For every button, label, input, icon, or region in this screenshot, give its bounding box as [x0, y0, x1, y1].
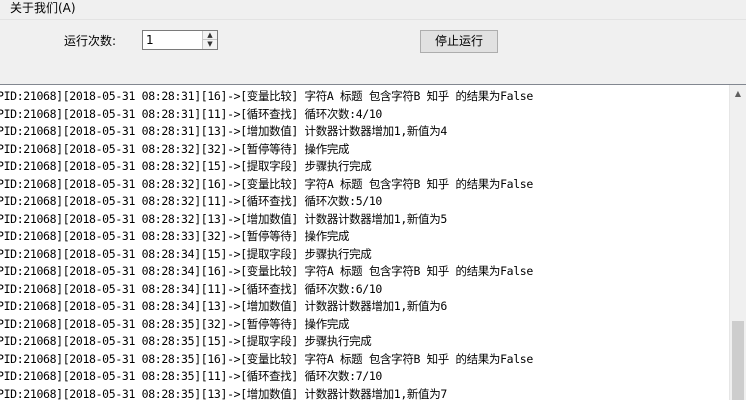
log-line: PID:21068][2018-05-31 08:28:32][32]->[暂停… — [0, 141, 350, 156]
log-line: PID:21068][2018-05-31 08:28:32][11]->[循环… — [0, 194, 383, 208]
log-line: PID:21068][2018-05-31 08:28:32][16]->[变量… — [0, 176, 533, 191]
run-count-input[interactable]: 1 — [146, 33, 154, 47]
triangle-down-icon[interactable]: ▼ — [203, 40, 217, 49]
log-line: PID:21068][2018-05-31 08:28:35][11]->[循环… — [0, 369, 383, 383]
log-line: PID:21068][2018-05-31 08:28:31][11]->[循环… — [0, 106, 383, 121]
log-line: PID:21068][2018-05-31 08:28:32][13]->[增加… — [0, 211, 447, 226]
stop-run-button[interactable]: 停止运行 — [420, 30, 498, 53]
log-lines: PID:21068][2018-05-31 08:28:31][16]->[变量… — [0, 88, 727, 400]
log-line: PID:21068][2018-05-31 08:28:34][11]->[循环… — [0, 281, 383, 296]
menu-bar: 关于我们(A) — [0, 0, 746, 18]
log-line: PID:21068][2018-05-31 08:28:31][16]->[变量… — [0, 89, 533, 103]
log-line: PID:21068][2018-05-31 08:28:32][15]->[提取… — [0, 159, 372, 173]
log-line: PID:21068][2018-05-31 08:28:34][15]->[提取… — [0, 246, 372, 261]
menu-separator — [0, 19, 746, 20]
log-line: PID:21068][2018-05-31 08:28:33][32]->[暂停… — [0, 229, 350, 243]
menu-item-about[interactable]: 关于我们(A) — [8, 0, 78, 16]
log-line: PID:21068][2018-05-31 08:28:35][15]->[提取… — [0, 334, 372, 348]
run-count-label: 运行次数: — [64, 34, 117, 48]
log-line: PID:21068][2018-05-31 08:28:35][13]->[增加… — [0, 386, 447, 400]
triangle-up-icon[interactable]: ▲ — [203, 31, 217, 40]
stepper-buttons: ▲ ▼ — [202, 31, 217, 49]
log-line: PID:21068][2018-05-31 08:28:35][32]->[暂停… — [0, 316, 350, 331]
log-output[interactable]: PID:21068][2018-05-31 08:28:31][16]->[变量… — [0, 84, 746, 400]
run-count-stepper[interactable]: 1 ▲ ▼ — [142, 30, 218, 50]
log-line: PID:21068][2018-05-31 08:28:34][16]->[变量… — [0, 264, 533, 278]
scroll-up-arrow-icon[interactable]: ▲ — [730, 85, 746, 102]
log-line: PID:21068][2018-05-31 08:28:31][13]->[增加… — [0, 124, 447, 138]
scrollbar-thumb[interactable] — [732, 321, 744, 400]
vertical-scrollbar[interactable]: ▲ — [729, 85, 746, 400]
log-line: PID:21068][2018-05-31 08:28:35][16]->[变量… — [0, 351, 533, 366]
log-line: PID:21068][2018-05-31 08:28:34][13]->[增加… — [0, 299, 447, 313]
